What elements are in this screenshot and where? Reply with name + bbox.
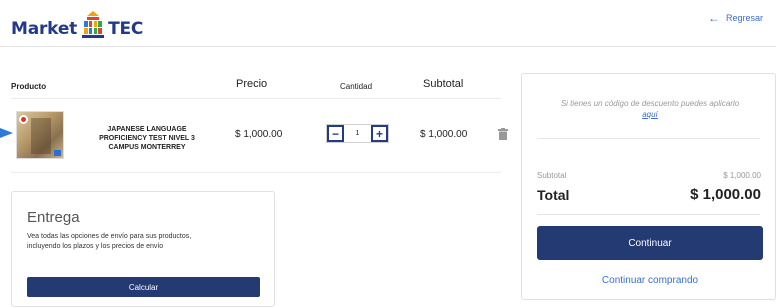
product-thumbnail[interactable] [16,111,64,159]
discount-link[interactable]: aquí [642,110,658,119]
minus-icon[interactable]: − [327,125,344,142]
summary-total-value: $ 1,000.00 [690,186,761,203]
order-summary-card: Si tienes un código de descuento puedes … [521,73,776,300]
discount-text: Si tienes un código de descuento puedes … [560,99,740,108]
header-divider [0,46,776,47]
continue-button[interactable]: Continuar [537,226,763,260]
logo-text-tec: TEC [108,19,144,39]
column-header-product: Producto [11,82,47,91]
column-header-subtotal: Subtotal [423,78,464,90]
delivery-card: Entrega Vea todas las opciones de envío … [11,191,275,307]
discount-message: Si tienes un código de descuento puedes … [532,98,768,120]
table-divider [11,98,501,99]
delivery-description: Vea todas las opciones de envío para sus… [27,233,192,250]
product-name[interactable]: JAPANESE LANGUAGE PROFICIENCY TEST NIVEL… [92,125,202,152]
product-subtotal: $ 1,000.00 [420,129,468,140]
site-logo[interactable]: Market TEC [11,7,143,39]
summary-subtotal-value: $ 1,000.00 [723,171,761,180]
product-price: $ 1,000.00 [235,129,283,140]
summary-divider [537,214,760,215]
logo-building-icon [82,11,105,38]
back-label: Regresar [725,13,763,23]
delivery-title: Entrega [27,209,80,226]
continue-shopping-link[interactable]: Continuar comprando [537,275,763,286]
column-header-price: Precio [236,78,268,90]
quantity-value[interactable]: 1 [344,125,371,142]
summary-total-label: Total [537,187,570,203]
plus-icon[interactable]: + [371,125,388,142]
back-link[interactable]: ← Regresar [708,11,763,25]
column-header-quantity: Cantidad [340,82,373,91]
summary-divider [537,138,760,139]
table-divider [11,172,501,173]
quantity-stepper: − 1 + [326,124,389,143]
arrow-left-icon: ← [707,11,720,25]
pointer-arrow-icon [0,128,13,138]
summary-subtotal-label: Subtotal [537,171,567,180]
logo-text-market: Market [11,19,78,39]
trash-icon[interactable] [498,128,508,140]
calculate-button[interactable]: Calcular [27,277,260,297]
